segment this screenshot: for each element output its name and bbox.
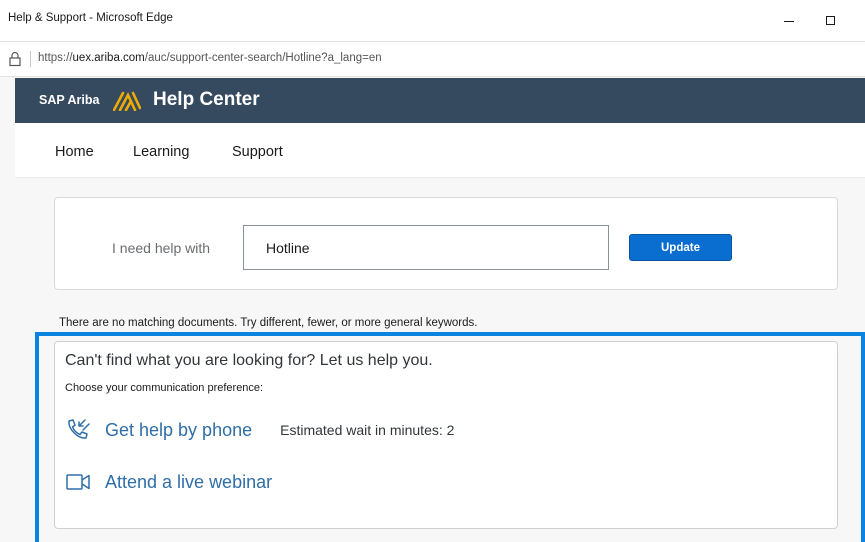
site-header: SAP Ariba Help Center [15,78,865,123]
search-label: I need help with [112,240,211,256]
ariba-logo-icon [113,91,141,111]
help-subheading: Choose your communication preference: [65,382,264,394]
maximize-button[interactable] [817,8,843,32]
search-card: I need help with Update [54,197,838,290]
url-text[interactable]: https://uex.ariba.com/auc/support-center… [38,52,382,64]
address-bar[interactable]: https://uex.ariba.com/auc/support-center… [0,42,865,77]
main-nav: Home Learning Support [15,123,865,178]
search-input[interactable] [243,225,609,270]
nav-home[interactable]: Home [55,144,94,160]
video-camera-icon [66,474,90,490]
nav-support[interactable]: Support [232,144,283,160]
browser-window: Help & Support - Microsoft Edge https://… [0,0,865,542]
url-domain: uex.ariba.com [72,52,145,64]
brand-name: SAP Ariba [39,93,100,107]
webinar-link[interactable]: Attend a live webinar [105,472,272,493]
address-divider [30,51,31,67]
phone-icon [68,419,90,439]
webinar-option[interactable]: Attend a live webinar [65,470,272,494]
lock-icon [9,51,21,67]
update-button[interactable]: Update [629,234,732,261]
main-content: I need help with Update There are no mat… [15,178,865,542]
phone-help-link[interactable]: Get help by phone [105,420,252,441]
help-card: Can't find what you are looking for? Let… [54,341,838,529]
header-title: Help Center [153,89,260,110]
minimize-icon [784,20,794,22]
maximize-icon [825,15,835,25]
minimize-button[interactable] [776,8,802,32]
wait-time-text: Estimated wait in minutes: 2 [280,422,455,438]
no-results-message: There are no matching documents. Try dif… [59,317,478,329]
title-bar: Help & Support - Microsoft Edge [0,0,865,42]
phone-option[interactable]: Get help by phone Estimated wait in minu… [65,418,454,442]
url-path: /auc/support-center-search/Hotline?a_lan… [144,52,382,64]
nav-learning[interactable]: Learning [133,144,189,160]
url-prefix: https:// [38,52,73,64]
window-title: Help & Support - Microsoft Edge [8,12,173,24]
help-heading: Can't find what you are looking for? Let… [65,352,433,369]
